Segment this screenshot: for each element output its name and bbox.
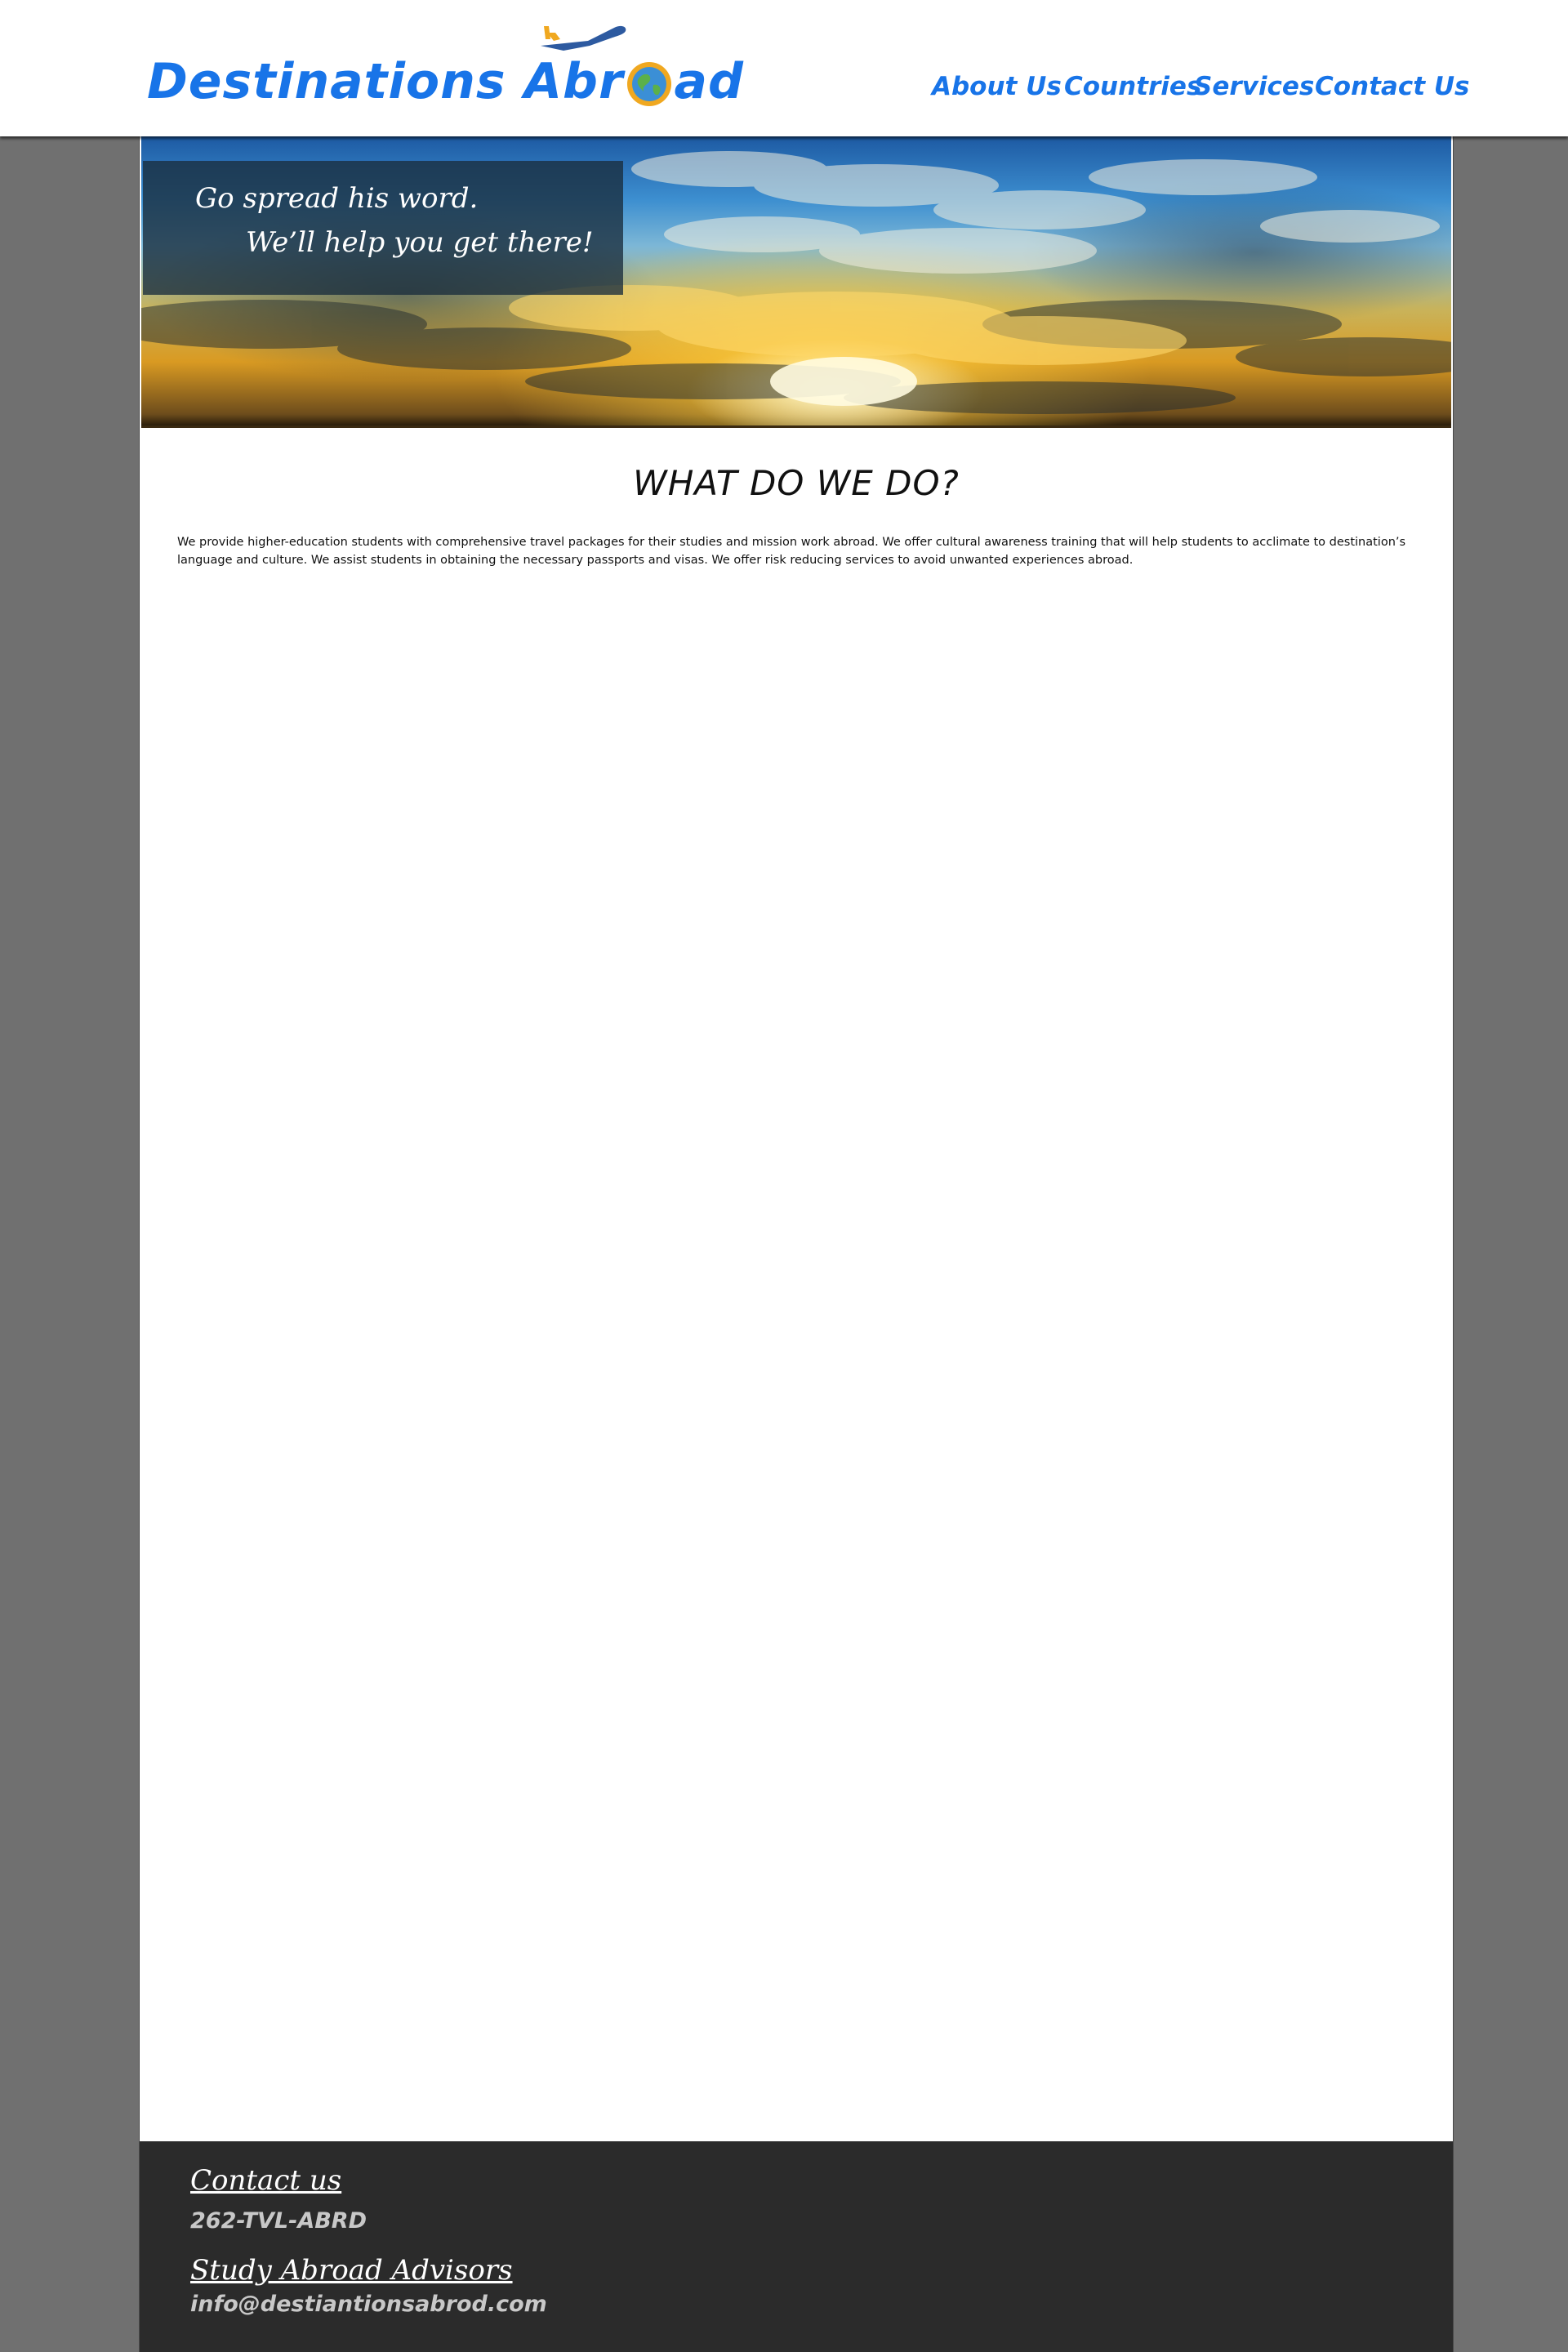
- hero-banner: Go spread his word. We’ll help you get t…: [141, 136, 1451, 428]
- globe-icon: [626, 62, 671, 106]
- nav-countries[interactable]: Countries: [1064, 72, 1201, 101]
- nav-about-us[interactable]: About Us: [932, 72, 1062, 101]
- section-description: We provide higher-education students wit…: [177, 536, 1406, 567]
- hero-tagline-box: Go spread his word. We’ll help you get t…: [143, 161, 623, 295]
- footer-advisors-heading[interactable]: Study Abroad Advisors: [190, 2254, 513, 2287]
- site-logo[interactable]: Destinations Abr ad: [147, 25, 744, 114]
- hero-tagline-line-1: Go spread his word.: [195, 182, 479, 215]
- content-panel: Go spread his word. We’ll help you get t…: [139, 136, 1454, 2352]
- airplane-icon: [541, 25, 626, 51]
- site-footer: Contact us 262-TVL-ABRD Study Abroad Adv…: [139, 2141, 1454, 2352]
- logo-word-abroad-start: Abr: [523, 53, 624, 110]
- hero-tagline-line-2: We’ll help you get there!: [246, 226, 594, 259]
- logo-word-abroad-end: ad: [674, 53, 744, 110]
- logo-word-destinations: Destinations: [147, 53, 506, 110]
- footer-email[interactable]: info@destiantionsabrod.com: [190, 2292, 547, 2317]
- section-title: WHAT DO WE DO?: [633, 463, 960, 503]
- nav-contact-us[interactable]: Contact Us: [1315, 72, 1469, 101]
- nav-services[interactable]: Services: [1194, 72, 1314, 101]
- footer-contact-heading[interactable]: Contact us: [190, 2164, 341, 2197]
- logo-wordmark: Destinations Abr ad: [147, 49, 744, 114]
- footer-phone: 262-TVL-ABRD: [190, 2208, 367, 2234]
- site-header: Destinations Abr ad About Us Countries S…: [0, 0, 1568, 136]
